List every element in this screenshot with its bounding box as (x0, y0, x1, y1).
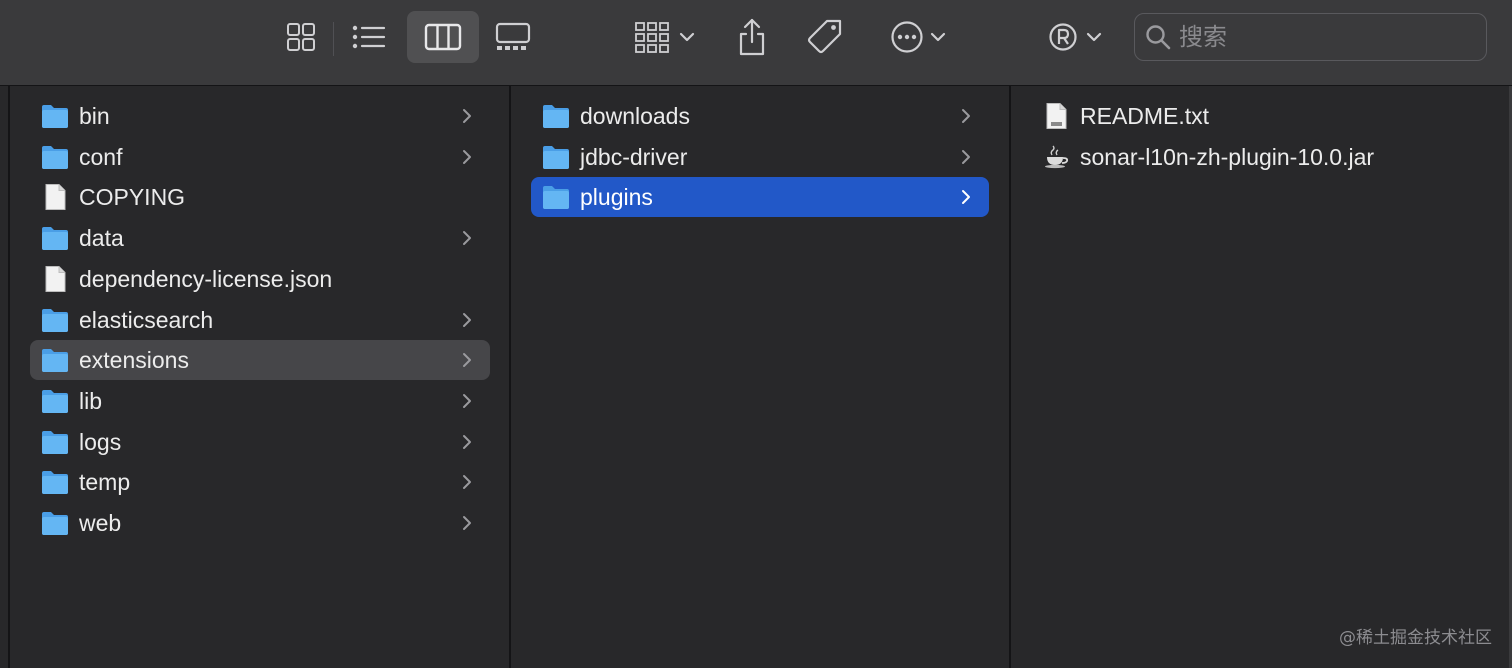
item-name: dependency-license.json (79, 265, 333, 292)
folder-row[interactable]: web (30, 503, 490, 543)
chevron-right-icon (462, 108, 472, 124)
item-name: COPYING (79, 184, 186, 211)
chevron-right-icon (462, 393, 472, 409)
item-name: lib (79, 387, 103, 414)
folder-icon (41, 347, 69, 373)
item-name: elasticsearch (79, 306, 214, 333)
watermark: @稀土掘金技术社区 (1339, 628, 1492, 648)
folder-row[interactable]: downloads (531, 96, 989, 136)
registered-menu-button[interactable] (1042, 12, 1108, 62)
chevron-right-icon (462, 312, 472, 328)
list-view-button[interactable] (344, 12, 394, 62)
folder-icon (41, 388, 69, 414)
folder-icon (542, 184, 570, 210)
browser-column-1: bin conf COPYING data dependency-license.jso… (10, 86, 510, 668)
folder-icon (542, 103, 570, 129)
folder-icon (41, 510, 69, 536)
chevron-right-icon (462, 230, 472, 246)
group-grid-icon (635, 22, 669, 53)
search-input[interactable] (1179, 23, 1459, 51)
search-icon (1146, 25, 1171, 50)
folder-icon (41, 225, 69, 251)
column-view-button[interactable] (407, 11, 479, 63)
folder-row[interactable]: jdbc-driver (531, 137, 989, 177)
share-icon (739, 18, 765, 56)
item-name: jdbc-driver (580, 143, 688, 170)
item-name: data (79, 225, 124, 252)
folder-row[interactable]: extensions (30, 340, 490, 381)
item-name: bin (79, 103, 110, 129)
column-view-icon (424, 23, 462, 51)
item-name: plugins (580, 184, 653, 211)
folder-row[interactable]: logs (30, 422, 490, 462)
item-name: web (79, 510, 122, 536)
group-by-button[interactable] (626, 12, 702, 62)
chevron-right-icon (462, 352, 472, 368)
file-row[interactable]: COPYING (30, 177, 490, 217)
folder-icon (41, 103, 69, 129)
folder-row[interactable]: temp (30, 462, 490, 502)
share-button[interactable] (728, 12, 776, 62)
folder-icon (41, 469, 69, 495)
icon-view-button[interactable] (276, 12, 326, 62)
registered-icon (1049, 23, 1077, 51)
chevron-right-icon (462, 434, 472, 450)
item-name: downloads (580, 103, 690, 129)
toolbar (0, 0, 1512, 86)
document-icon (41, 265, 69, 292)
item-name: conf (79, 143, 123, 170)
folder-row[interactable]: elasticsearch (30, 300, 490, 340)
gallery-view-button[interactable] (488, 12, 538, 62)
file-row[interactable]: dependency-license.json (30, 259, 490, 299)
folder-row[interactable]: plugins (531, 177, 989, 218)
folder-row[interactable]: bin (30, 96, 490, 136)
chevron-right-icon (961, 189, 971, 205)
text-file-icon (1042, 103, 1070, 129)
folder-icon (41, 429, 69, 455)
browser-column-2: downloads jdbc-driver plugins (511, 86, 1009, 668)
folder-icon (41, 307, 69, 333)
item-name: temp (79, 469, 131, 496)
list-view-icon (352, 25, 386, 49)
gallery-view-icon (495, 22, 531, 50)
chevron-down-icon (930, 32, 946, 42)
folder-row[interactable]: data (30, 218, 490, 258)
browser-column-3: README.txt sonar-l10n-zh-plugin-10.0.jar (1011, 86, 1509, 668)
chevron-right-icon (462, 149, 472, 165)
chevron-right-icon (462, 474, 472, 490)
java-jar-icon (1042, 144, 1070, 170)
ellipsis-circle-icon (891, 21, 923, 53)
file-row[interactable]: README.txt (1031, 96, 1489, 136)
chevron-down-icon (1086, 32, 1102, 42)
document-icon (41, 184, 69, 211)
folder-icon (41, 144, 69, 170)
finder-window: bin conf COPYING data dependency-license.jso… (0, 0, 1512, 668)
icon-view-grid-icon (287, 23, 315, 51)
folder-row[interactable]: conf (30, 137, 490, 177)
item-name: sonar-l10n-zh-plugin-10.0.jar (1080, 143, 1375, 170)
item-name: logs (79, 428, 122, 455)
tag-button[interactable] (800, 12, 850, 62)
folder-row[interactable]: lib (30, 381, 490, 421)
chevron-right-icon (462, 515, 472, 531)
folder-icon (542, 144, 570, 170)
item-name: extensions (79, 347, 189, 374)
tag-icon (807, 19, 842, 54)
search-field[interactable] (1134, 13, 1487, 61)
item-name: README.txt (1080, 103, 1210, 129)
chevron-right-icon (961, 149, 971, 165)
more-actions-button[interactable] (882, 12, 954, 62)
chevron-down-icon (679, 32, 695, 42)
chevron-right-icon (961, 108, 971, 124)
file-row[interactable]: sonar-l10n-zh-plugin-10.0.jar (1031, 137, 1489, 177)
toolbar-separator (333, 22, 334, 56)
